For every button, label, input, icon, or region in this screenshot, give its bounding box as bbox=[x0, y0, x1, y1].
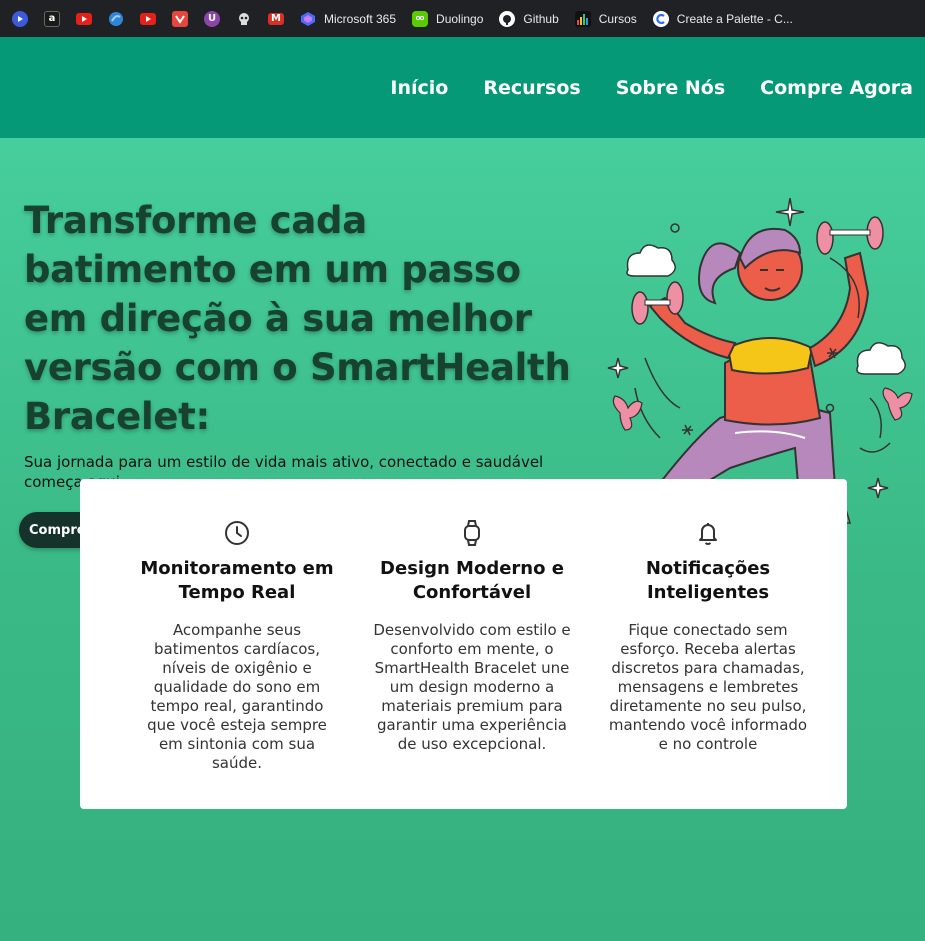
feature-text: Acompanhe seus batimentos cardíacos, nív… bbox=[147, 621, 327, 772]
bookmark-youtube-1[interactable] bbox=[76, 0, 92, 37]
bookmark-cursos[interactable]: Cursos bbox=[574, 0, 637, 37]
bookmark-youtube-2[interactable] bbox=[140, 0, 156, 37]
bookmark-gmail[interactable]: M bbox=[268, 0, 284, 37]
skull-icon bbox=[236, 11, 252, 27]
bars-icon bbox=[574, 10, 591, 27]
hero-title: Transforme cada batimento em um passo em… bbox=[24, 199, 571, 438]
bookmark-u[interactable]: U bbox=[204, 0, 220, 37]
bookmark-duolingo[interactable]: Duolingo bbox=[412, 0, 483, 37]
drop-icon bbox=[108, 11, 124, 27]
feature-title: Monitoramento em Tempo Real bbox=[140, 558, 334, 603]
nav-compre-agora[interactable]: Compre Agora bbox=[760, 77, 913, 99]
feature-title: Design Moderno e Confortável bbox=[380, 558, 564, 603]
github-icon bbox=[499, 10, 516, 27]
bookmark-label: Microsoft 365 bbox=[324, 11, 397, 26]
bookmark-shield[interactable] bbox=[172, 0, 188, 37]
bookmark-label: Duolingo bbox=[436, 11, 484, 26]
bookmark-drop[interactable] bbox=[108, 0, 124, 37]
youtube-icon bbox=[76, 12, 92, 25]
watch-icon bbox=[464, 520, 480, 546]
feature-design: Design Moderno e Confortável Desenvolvid… bbox=[372, 519, 572, 754]
shield-icon bbox=[172, 10, 188, 27]
duolingo-icon bbox=[412, 10, 429, 27]
bookmarks-bar: a U M Microsoft 365 Duolingo Github Curs… bbox=[0, 0, 925, 37]
a-logo-icon: a bbox=[44, 10, 60, 27]
gmail-icon: M bbox=[268, 12, 284, 25]
nav-sobre-nos[interactable]: Sobre Nós bbox=[616, 77, 725, 99]
nav-recursos[interactable]: Recursos bbox=[483, 77, 580, 99]
feature-text: Desenvolvido com estilo e conforto em me… bbox=[373, 621, 571, 753]
features-card: Monitoramento em Tempo Real Acompanhe se… bbox=[80, 479, 847, 809]
bookmark-a[interactable]: a bbox=[44, 0, 60, 37]
clock-icon bbox=[225, 521, 249, 545]
bookmark-video[interactable] bbox=[12, 0, 28, 37]
youtube-icon bbox=[140, 12, 156, 25]
bookmark-github[interactable]: Github bbox=[499, 0, 559, 37]
bookmark-palette[interactable]: Create a Palette - C... bbox=[652, 0, 793, 37]
main-nav: Início Recursos Sobre Nós Compre Agora bbox=[355, 37, 913, 138]
bookmark-label: Github bbox=[523, 11, 559, 26]
nav-inicio[interactable]: Início bbox=[390, 77, 448, 99]
bookmark-skull[interactable] bbox=[236, 0, 252, 37]
video-icon bbox=[12, 10, 28, 27]
feature-notifications: Notificações Inteligentes Fique conectad… bbox=[608, 519, 808, 754]
microsoft-365-icon bbox=[300, 11, 316, 27]
feature-text: Fique conectado sem esforço. Receba aler… bbox=[608, 621, 808, 753]
u-logo-icon: U bbox=[204, 10, 220, 27]
bell-icon bbox=[699, 523, 717, 545]
bookmark-microsoft-365[interactable]: Microsoft 365 bbox=[300, 0, 396, 37]
feature-title: Notificações Inteligentes bbox=[645, 558, 771, 603]
site-header: Início Recursos Sobre Nós Compre Agora bbox=[0, 37, 925, 138]
palette-icon bbox=[652, 10, 669, 27]
feature-monitoring: Monitoramento em Tempo Real Acompanhe se… bbox=[137, 519, 337, 773]
bookmark-label: Create a Palette - C... bbox=[676, 11, 793, 26]
bookmark-label: Cursos bbox=[598, 11, 637, 26]
